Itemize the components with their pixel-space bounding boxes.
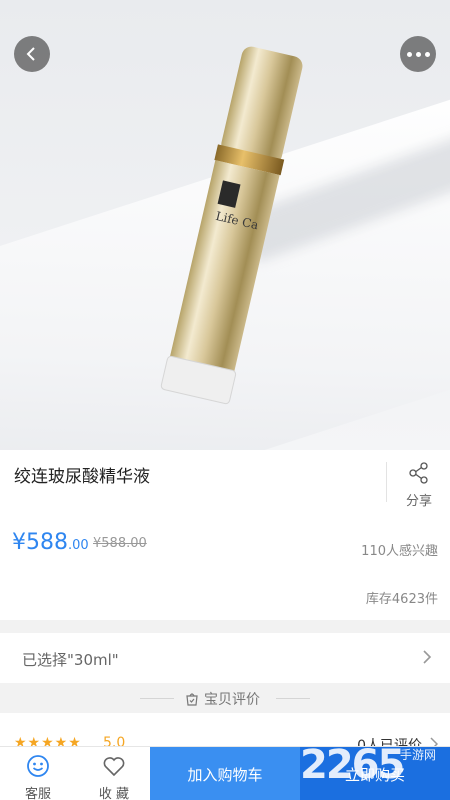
back-arrow-icon bbox=[26, 47, 35, 61]
price-main: ¥588 bbox=[12, 530, 68, 555]
stock-count: 库存4623件 bbox=[365, 592, 438, 607]
option-selector[interactable]: 已选择"30ml" bbox=[0, 633, 450, 683]
share-icon bbox=[409, 462, 428, 484]
reviews-section-header: 宝贝评价 bbox=[0, 683, 450, 713]
back-button[interactable] bbox=[14, 36, 50, 72]
favorite-label: 收 藏 bbox=[98, 787, 130, 800]
customer-service-button[interactable]: 客服 bbox=[2, 747, 74, 800]
heart-icon bbox=[103, 757, 125, 777]
favorite-button[interactable]: 收 藏 bbox=[78, 747, 150, 800]
price: ¥588.00 bbox=[12, 530, 89, 555]
serum-bottle: Life Ca bbox=[160, 46, 303, 405]
bag-check-icon bbox=[186, 693, 198, 706]
selected-option-label: 已选择"30ml" bbox=[22, 651, 119, 669]
service-label: 客服 bbox=[24, 787, 51, 800]
more-dots-icon bbox=[406, 51, 412, 57]
product-info: 绞连玻尿酸精华液 分享 ¥588.00 ¥588.00 110人感兴趣 库存46… bbox=[0, 450, 450, 620]
more-button[interactable] bbox=[400, 36, 436, 72]
customer-service-icon bbox=[27, 755, 49, 777]
product-title: 绞连玻尿酸精华液 bbox=[14, 467, 150, 487]
reviews-title: 宝贝评价 bbox=[204, 692, 260, 708]
interest-count: 110人感兴趣 bbox=[361, 544, 438, 559]
bottom-action-bar: 客服 收 藏 加入购物车 立即购买 bbox=[0, 746, 450, 800]
share-label: 分享 bbox=[405, 494, 432, 509]
price-cents: .00 bbox=[68, 538, 89, 553]
share-button[interactable]: 分享 bbox=[398, 462, 440, 509]
product-image: Life Ca bbox=[0, 0, 450, 450]
add-to-cart-button[interactable]: 加入购物车 bbox=[150, 747, 300, 800]
original-price: ¥588.00 bbox=[93, 536, 147, 551]
buy-now-button[interactable]: 立即购买 bbox=[300, 747, 450, 800]
divider bbox=[386, 462, 387, 502]
chevron-right-icon bbox=[423, 650, 432, 664]
